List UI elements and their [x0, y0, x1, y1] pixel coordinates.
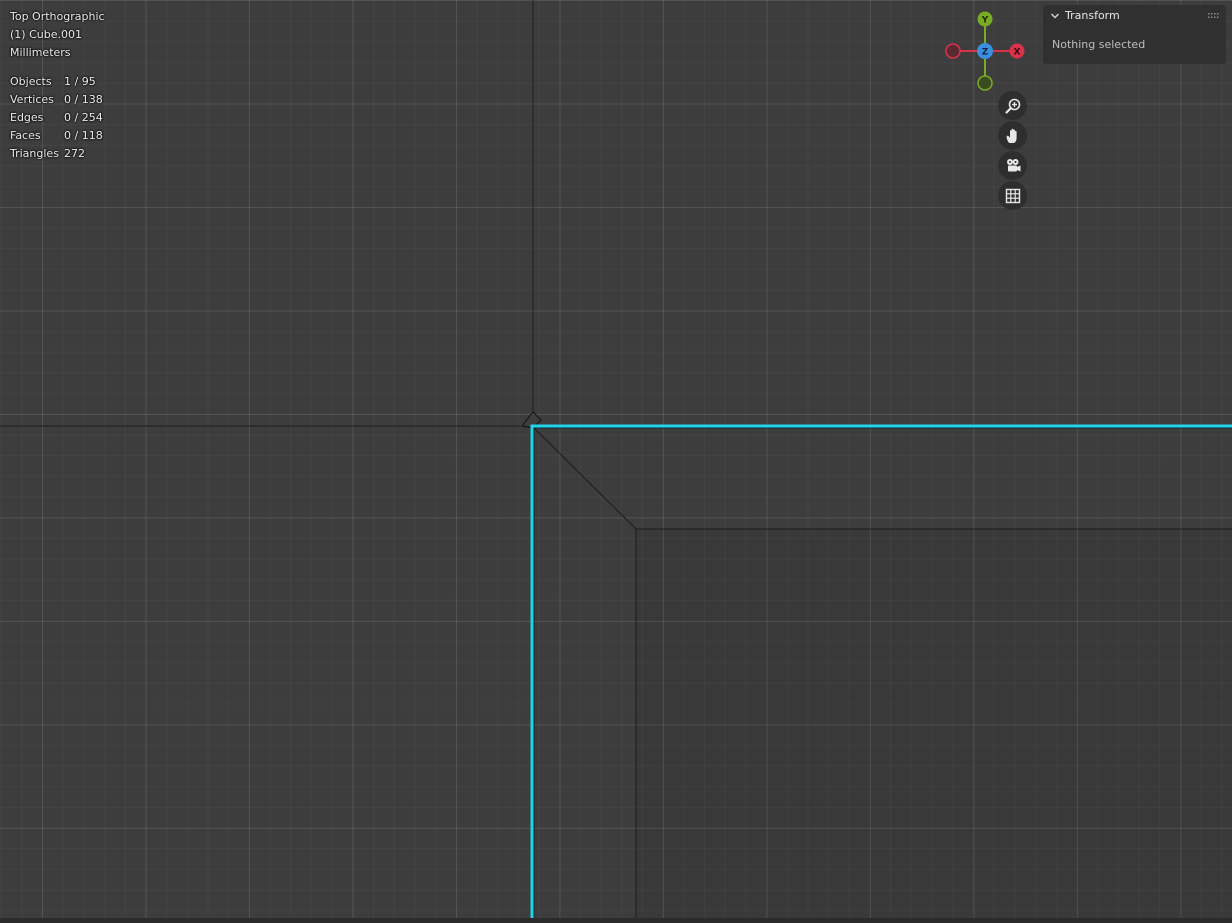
- 3d-viewport[interactable]: [0, 0, 1232, 923]
- stat-label: Vertices: [10, 93, 54, 106]
- scene-statistics: Objects 1 / 95 Vertices 0 / 138 Edges 0 / 2…: [10, 73, 103, 163]
- bevel-edge: [533, 427, 637, 530]
- perspective-toggle-button[interactable]: [998, 181, 1027, 210]
- pan-button[interactable]: [998, 121, 1027, 150]
- panel-title: Transform: [1065, 9, 1120, 22]
- zoom-in-icon: [1004, 98, 1020, 114]
- unit-system: Millimeters: [10, 46, 71, 59]
- stat-label: Edges: [10, 111, 44, 124]
- stat-row-vertices: Vertices 0 / 138: [10, 91, 103, 109]
- grid-icon: [1005, 188, 1020, 203]
- mesh-overlay: [0, 0, 1232, 918]
- drag-handle-icon[interactable]: [1208, 13, 1220, 19]
- stat-row-edges: Edges 0 / 254: [10, 109, 103, 127]
- view-info: Top Orthographic (1) Cube.001 Millimeter…: [10, 8, 105, 62]
- stat-label: Faces: [10, 129, 41, 142]
- active-object-name: (1) Cube.001: [10, 28, 82, 41]
- empty-selection-message: Nothing selected: [1052, 38, 1146, 51]
- stat-value: 272: [64, 147, 85, 160]
- stat-label: Objects: [10, 75, 52, 88]
- stat-row-triangles: Triangles 272: [10, 145, 103, 163]
- stat-row-objects: Objects 1 / 95: [10, 73, 103, 91]
- stat-value: 0 / 118: [64, 129, 103, 142]
- view-name: Top Orthographic: [10, 10, 105, 23]
- chevron-down-icon: [1050, 13, 1060, 19]
- inner-face: [636, 529, 1232, 918]
- gizmo-y-label: Y: [981, 16, 989, 26]
- camera-view-button[interactable]: [998, 151, 1027, 180]
- navigation-gizmo[interactable]: Y X Z: [940, 8, 1030, 98]
- gizmo-neg-y-handle[interactable]: [977, 75, 993, 91]
- gizmo-neg-x-handle[interactable]: [945, 43, 961, 59]
- stat-value: 0 / 138: [64, 93, 103, 106]
- stat-row-faces: Faces 0 / 118: [10, 127, 103, 145]
- zoom-button[interactable]: [998, 91, 1027, 120]
- transform-panel: Transform Nothing selected: [1043, 5, 1226, 64]
- viewport-bottom-edge: [0, 918, 1232, 923]
- gizmo-x-label: X: [1014, 48, 1021, 58]
- stat-label: Triangles: [10, 147, 59, 160]
- gizmo-z-label: Z: [982, 48, 989, 58]
- hand-icon: [1006, 128, 1017, 143]
- camera-icon: [1006, 158, 1020, 171]
- stat-value: 1 / 95: [64, 75, 96, 88]
- transform-panel-header[interactable]: Transform: [1043, 5, 1226, 27]
- stat-value: 0 / 254: [64, 111, 103, 124]
